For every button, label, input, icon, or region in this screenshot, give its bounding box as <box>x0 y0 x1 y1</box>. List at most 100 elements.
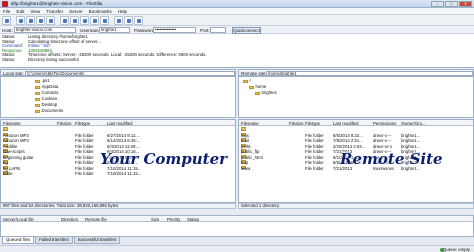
column-filesize[interactable]: Filesize <box>289 121 304 126</box>
cancel-icon <box>83 18 87 23</box>
minimize-button[interactable]: – <box>431 1 444 7</box>
tab-queued-files[interactable]: Queued files <box>2 237 35 244</box>
host-input[interactable]: brighter-vision.com <box>14 27 76 33</box>
local-site-bar: Local site: C:\Users\AbleTec\Documents\ <box>0 69 236 76</box>
table-row[interactable]: Bible File folder 7/10/2014 11:15... <box>1 171 235 176</box>
disconnect-icon <box>93 18 97 23</box>
transfer-queue[interactable]: Server/Local file Direction Remote file … <box>0 215 474 237</box>
message-log[interactable]: Status: Listing directory /home/brighte1 … <box>0 34 474 68</box>
tree-item[interactable]: Cookies <box>35 96 57 102</box>
table-row[interactable]: perl5 File folder 2/20/2014 2:03... drwxr-x… <box>239 143 473 149</box>
menu-transfer[interactable]: Transfer <box>46 9 63 14</box>
menu-bar: File Edit View Transfer Server Bookmarks… <box>0 8 474 15</box>
username-input[interactable]: brighte1 <box>99 27 130 33</box>
title-bar: sftp://brighte1@brighter-vision.com - Fi… <box>0 0 474 8</box>
table-row[interactable]: mail File folder 7/8/2014 2:51... drwxr-x--… <box>239 138 473 143</box>
filezilla-logo-icon <box>2 1 8 7</box>
folder-icon <box>35 91 40 96</box>
toggle-remote-tree-button[interactable] <box>36 15 45 25</box>
column-last-modified[interactable]: Last modified <box>107 121 133 126</box>
column-direction[interactable]: Direction <box>61 217 78 222</box>
directory-compare-button[interactable] <box>114 15 123 25</box>
tree-item[interactable]: AppData <box>35 84 58 90</box>
column-filetype[interactable]: Filetype <box>305 121 320 126</box>
password-input[interactable]: •••••••••••••• <box>153 27 196 33</box>
tree-item[interactable]: Contacts <box>35 90 58 96</box>
toolbar-separator <box>56 16 59 25</box>
log-line: Status: Directory listing successful <box>2 57 79 62</box>
table-row[interactable]: Audible File folder 5/4/2013 11:09:... <box>1 143 235 149</box>
column-filetype[interactable]: Filetype <box>75 121 90 126</box>
menu-file[interactable]: File <box>3 9 10 14</box>
refresh-button[interactable] <box>60 15 69 25</box>
folder-icon <box>249 85 254 90</box>
column-filename[interactable]: Filename <box>3 121 21 126</box>
remote-site-bar: Remote site: /home/brighte1 <box>238 69 474 76</box>
toolbar <box>0 15 474 26</box>
local-list-header: Filename Filesize Filetype Last modified <box>1 120 235 126</box>
reconnect-icon <box>103 18 107 23</box>
cancel-button[interactable] <box>80 15 89 25</box>
menu-view[interactable]: View <box>30 9 40 14</box>
port-input[interactable] <box>210 27 226 33</box>
status-bar: Queue: empty <box>0 245 474 252</box>
quickconnect-bar: Host: brighter-vision.com Username: brig… <box>0 26 474 34</box>
remote-tree-icon <box>39 18 43 23</box>
column-last-modified[interactable]: Last modified <box>333 121 359 126</box>
sync-browse-button[interactable] <box>124 15 133 25</box>
column-filename[interactable]: Filename <box>241 121 259 126</box>
tree-item[interactable]: Documents <box>35 108 63 114</box>
column-owner[interactable]: Owner/Gro... <box>401 121 426 126</box>
close-button[interactable]: ✕ <box>459 1 472 7</box>
tree-item[interactable]: .ps1 <box>35 78 50 84</box>
column-remote-file[interactable]: Remote file <box>85 217 107 222</box>
tree-item[interactable]: Desktop <box>35 102 57 108</box>
queue-tabs: Queued files Failed transfers Successful… <box>0 237 474 245</box>
column-status[interactable]: Status <box>187 217 199 222</box>
disconnect-button[interactable] <box>90 15 99 25</box>
tree-item[interactable]: home <box>249 84 266 90</box>
toggle-local-tree-button[interactable] <box>26 15 35 25</box>
host-label: Host: <box>2 27 13 33</box>
remote-directory-tree[interactable]: / home brighte1 <box>238 76 474 118</box>
menu-bookmarks[interactable]: Bookmarks <box>89 9 112 14</box>
table-row[interactable]: Amazon MP3 File folder 6/14/2013 5:46:... <box>1 138 235 143</box>
menu-server[interactable]: Server <box>69 9 83 14</box>
toggle-queue-button[interactable] <box>46 15 55 25</box>
folder-icon <box>35 85 40 90</box>
site-manager-button[interactable] <box>2 15 11 25</box>
toggle-log-button[interactable] <box>16 15 25 25</box>
process-queue-button[interactable] <box>70 15 79 25</box>
column-filesize[interactable]: Filesize <box>57 121 72 126</box>
queue-header: Server/Local file Direction Remote file … <box>1 216 473 222</box>
remote-status-line: Selected 1 directory. <box>238 203 474 209</box>
site-manager-icon <box>5 18 9 23</box>
maximize-button[interactable]: □ <box>445 1 458 7</box>
tab-successful-transfers[interactable]: Successful transfers <box>73 237 121 244</box>
tab-failed-transfers[interactable]: Failed transfers <box>35 237 73 244</box>
table-row[interactable]: Amazon MP3 File folder 6/27/2014 8:11:... <box>1 132 235 138</box>
folder-icon <box>35 109 40 114</box>
column-permissions[interactable]: Permissions <box>373 121 396 126</box>
process-queue-icon <box>73 18 77 23</box>
menu-edit[interactable]: Edit <box>16 9 24 14</box>
reconnect-button[interactable] <box>100 15 109 25</box>
local-directory-tree[interactable]: .ps1 AppData Contacts Cookies Desktop Do… <box>0 76 236 118</box>
tree-item[interactable]: brighte1 <box>255 90 277 96</box>
column-server-local-file[interactable]: Server/Local file <box>3 217 34 222</box>
sync-icon <box>127 18 131 23</box>
search-icon <box>137 18 141 23</box>
column-size[interactable]: Size <box>151 217 159 222</box>
search-button[interactable] <box>134 15 143 25</box>
local-tree-icon <box>29 18 33 23</box>
folder-icon <box>35 79 40 84</box>
table-row[interactable]: .. <box>1 127 235 132</box>
column-priority[interactable]: Priority <box>167 217 180 222</box>
quickconnect-button[interactable]: Quickconnect <box>232 26 261 34</box>
local-status-line: 997 files and 52 directories. Total size… <box>0 203 236 209</box>
table-row[interactable]: .. <box>239 127 473 132</box>
tree-item[interactable]: / <box>243 78 251 84</box>
menu-help[interactable]: Help <box>118 9 127 14</box>
folder-icon <box>243 79 248 84</box>
table-row[interactable]: logs File folder 8/5/2014 8:22... drwxr-x--… <box>239 132 473 138</box>
